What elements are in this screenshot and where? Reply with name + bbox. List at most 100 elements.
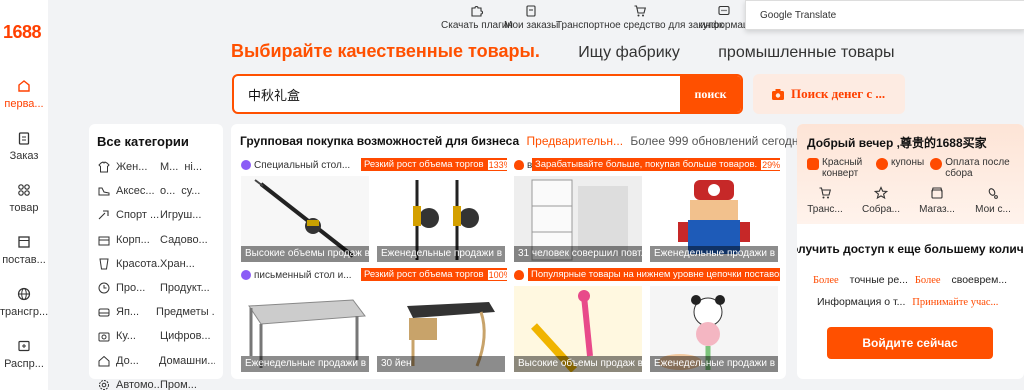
product-card[interactable]: Высокие объемы продаж в ... xyxy=(510,266,644,374)
benefit-highlight: Более xyxy=(813,275,839,286)
category-sub[interactable]: Продукт... xyxy=(160,282,210,294)
image-search-label: Поиск денег с ... xyxy=(791,86,886,101)
updates-link[interactable]: Более 999 обновлений сегодня xyxy=(630,134,805,148)
category-sub[interactable]: Домашни... xyxy=(159,355,215,367)
benefit-text: Информация о т... xyxy=(817,296,906,308)
sidebar-item-crossborder[interactable]: трансгр... xyxy=(0,286,48,318)
category-sub[interactable]: Цифров... xyxy=(160,330,211,342)
quick-link-label: Собра... xyxy=(862,204,900,215)
benefit-text: своеврем... xyxy=(951,274,1008,286)
sidebar-item-orders[interactable]: Заказ xyxy=(0,130,48,162)
pay-later-icon xyxy=(930,158,943,170)
quick-link-label: Транс... xyxy=(807,204,843,215)
category-title: Все категории xyxy=(97,134,189,149)
messages-link[interactable]: информац xyxy=(700,0,749,31)
category-sub[interactable]: Хран... xyxy=(160,258,195,270)
box-icon xyxy=(98,236,110,246)
toolbar-label: Мои заказы xyxy=(504,20,559,31)
user-panel: Добрый вечер ,尊贵的1688买家 Красный конверт … xyxy=(797,124,1024,379)
product-caption: Еженедельные продажи в с... xyxy=(241,356,369,372)
category-sub[interactable]: ні... xyxy=(184,161,202,173)
perk-coupons[interactable]: купоны xyxy=(876,157,924,179)
tab-find-factory[interactable]: Ищу фабрику xyxy=(578,44,680,61)
image-search-button[interactable]: Поиск денег с ... xyxy=(753,74,905,114)
category-main[interactable]: Корп... xyxy=(116,234,160,246)
search-input[interactable] xyxy=(234,76,682,112)
purchase-cart-link[interactable]: Транспортное средство для закупок xyxy=(556,0,723,31)
message-icon xyxy=(718,5,730,16)
preview-link[interactable]: Предварительн... xyxy=(527,134,624,148)
quick-link-shops[interactable]: Магаз... xyxy=(909,184,965,215)
sport-icon xyxy=(98,210,109,220)
google-translate-label: Google Translate xyxy=(760,10,837,21)
product-card[interactable]: Еженедельные продажи в с... xyxy=(373,156,507,264)
product-card[interactable]: Высокие объемы продаж в ... xyxy=(237,156,371,264)
download-plugin-link[interactable]: Скачать плагин xyxy=(441,0,513,31)
my-orders-link[interactable]: Мои заказы xyxy=(504,0,558,31)
product-card[interactable]: 30 йен xyxy=(373,266,507,374)
category-sub[interactable]: о... xyxy=(160,185,175,197)
category-item[interactable]: Про... Продукт... xyxy=(97,276,215,300)
benefit-highlight: Более xyxy=(914,275,941,286)
group-buy-panel: Групповая покупка возможностей для бизне… xyxy=(231,124,816,379)
quick-link-my-footprints[interactable]: Мои с... xyxy=(965,184,1021,215)
category-main[interactable]: Аксес... xyxy=(116,185,160,197)
greeting: Добрый вечер ,尊贵的1688买家 xyxy=(807,136,987,150)
category-sub[interactable]: Пром... xyxy=(160,379,197,390)
category-main[interactable]: Красота... xyxy=(116,258,160,270)
product-caption: Высокие объемы продаж в ... xyxy=(514,356,642,372)
category-sub[interactable]: су... xyxy=(181,185,200,197)
category-main[interactable]: До... xyxy=(116,355,159,367)
shoe-icon xyxy=(98,187,110,196)
quick-link-transport[interactable]: Транс... xyxy=(797,184,853,215)
google-translate-popup[interactable]: Google Translate xyxy=(745,0,1024,30)
category-main[interactable]: Про... xyxy=(116,282,160,294)
product-card[interactable]: Еженедельные продажи в с... xyxy=(646,266,780,374)
product-card[interactable]: 31 человек совершил повт... xyxy=(510,156,644,264)
category-main[interactable]: Спорт ... xyxy=(116,209,160,221)
category-item[interactable]: Яп... Предметы ... xyxy=(97,300,215,324)
sidebar-item-suppliers[interactable]: постав... xyxy=(0,234,48,266)
category-main[interactable]: Ку... xyxy=(116,330,160,342)
category-item[interactable]: Аксес... о... су... xyxy=(97,179,215,203)
gear-icon xyxy=(99,379,109,390)
left-sidebar: 1688 перва... Заказ товар постав... тран… xyxy=(0,0,48,390)
sidebar-item-distribution[interactable]: Распр... xyxy=(0,338,48,370)
sofa-icon xyxy=(98,308,110,317)
category-main[interactable]: Автомо... xyxy=(116,379,160,390)
product-card[interactable]: Еженедельные продажи в с... xyxy=(646,156,780,264)
quick-link-label: Мои с... xyxy=(975,204,1011,215)
perk-label: Красный конверт xyxy=(822,157,863,179)
category-item[interactable]: Ку... Цифров... xyxy=(97,324,215,348)
sidebar-item-goods[interactable]: товар xyxy=(0,182,48,214)
category-item[interactable]: До... Домашни... xyxy=(97,349,215,373)
category-item[interactable]: Корп... Садово... xyxy=(97,228,215,252)
perk-red-envelope[interactable]: Красный конверт xyxy=(807,157,870,179)
sidebar-item-label: Заказ xyxy=(9,150,39,162)
toolbar-label: информац xyxy=(700,20,749,31)
category-item[interactable]: Автомо... Пром... xyxy=(97,373,215,390)
category-main[interactable]: Яп... xyxy=(116,306,156,318)
category-sub[interactable]: Садово... xyxy=(160,234,208,246)
logo[interactable]: 1688 xyxy=(3,22,42,43)
quick-links: Транс... Собра... Магаз... Мои с... xyxy=(797,184,1024,215)
category-item[interactable]: Спорт ... Игруш... xyxy=(97,203,215,227)
group-buy-title: Групповая покупка возможностей для бизне… xyxy=(240,134,520,148)
store-icon xyxy=(931,187,943,199)
home-icon xyxy=(18,80,30,92)
product-card[interactable]: Еженедельные продажи в с... xyxy=(237,266,371,374)
login-button[interactable]: Войдите сейчас xyxy=(827,327,993,359)
category-sub[interactable]: Игруш... xyxy=(160,209,201,221)
category-item[interactable]: Жен... М... ні... xyxy=(97,155,215,179)
tab-industrial-goods[interactable]: промышленные товары xyxy=(718,44,894,61)
category-sub[interactable]: М... xyxy=(160,161,178,173)
category-sub[interactable]: Предметы ... xyxy=(156,306,215,318)
quick-link-favorites[interactable]: Собра... xyxy=(853,184,909,215)
category-item[interactable]: Красота...Хран... xyxy=(97,252,215,276)
tab-quality-goods[interactable]: Выбирайте качественные товары. xyxy=(231,41,540,61)
sidebar-item-home[interactable]: перва... xyxy=(0,78,48,110)
search-button[interactable]: поиск xyxy=(680,76,741,112)
perk-pay-later[interactable]: Оплата после сбора xyxy=(930,157,1017,179)
category-main[interactable]: Жен... xyxy=(116,161,160,173)
access-more-text: олучить доступ к еще большему колич xyxy=(797,242,1024,256)
